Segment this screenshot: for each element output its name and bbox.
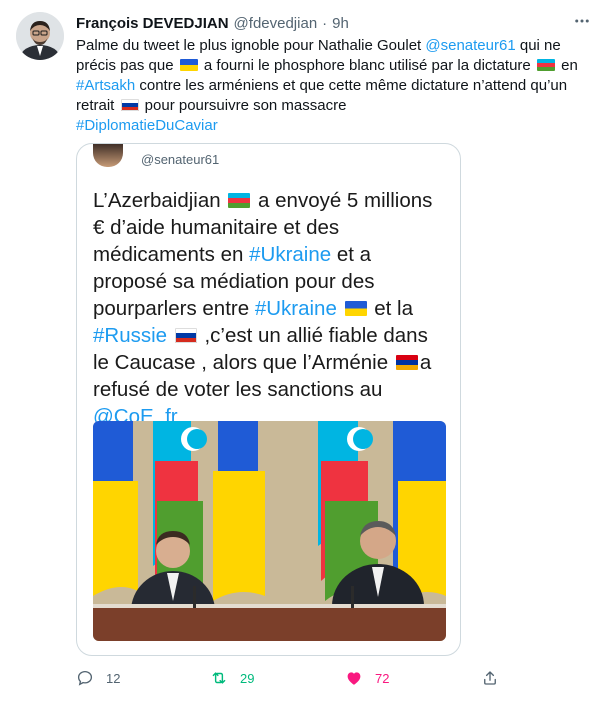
armenia-flag-icon (395, 355, 418, 370)
share-button[interactable] (481, 666, 499, 690)
quoted-hashtag: #Ukraine (254, 297, 337, 320)
quoted-text-part: L’Azerbaidjian (93, 189, 227, 212)
quoted-text-part: et la (368, 297, 414, 320)
more-icon[interactable] (571, 10, 593, 32)
tweet-text-part: en (556, 57, 578, 74)
russia-flag-icon (174, 328, 197, 343)
retweet-button[interactable]: 29 (210, 666, 254, 690)
tweet-header: François DEVEDJIAN @fdevedjian · 9h (76, 12, 593, 34)
tweet-text-part: a fourni le phosphore blanc utilisé par … (199, 57, 535, 74)
hashtag-link[interactable]: #DiplomatieDuCaviar (76, 117, 218, 134)
author-avatar[interactable] (16, 12, 64, 60)
reply-icon (77, 670, 93, 686)
azerbaijan-flag-icon (228, 193, 251, 208)
heart-icon (347, 672, 361, 685)
tweet-time[interactable]: 9h (332, 15, 349, 32)
press-conference-photo (93, 421, 446, 641)
like-button[interactable]: 72 (345, 666, 389, 690)
hashtag-link[interactable]: #Artsakh (76, 77, 135, 94)
quoted-header: @senateur61 (93, 144, 219, 174)
separator-dot: · (322, 14, 328, 32)
quoted-text: L’Azerbaidjian a envoyé 5 millions € d’a… (93, 187, 448, 430)
quoted-handle: @senateur61 (141, 151, 220, 167)
tweet-text: Palme du tweet le plus ignoble pour Nath… (76, 36, 591, 136)
azerbaijan-flag-icon (536, 59, 555, 71)
embedded-screenshot[interactable]: @senateur61 L’Azerbaidjian a envoyé 5 mi… (76, 143, 461, 656)
retweet-icon (212, 672, 226, 684)
tweet-actions: 12 29 72 (76, 666, 591, 690)
retweet-count: 29 (240, 670, 255, 686)
author-name[interactable]: François DEVEDJIAN (76, 15, 229, 32)
author-handle[interactable]: @fdevedjian (234, 15, 318, 32)
reply-button[interactable]: 12 (76, 666, 120, 690)
ukraine-flag-icon (179, 59, 198, 71)
tweet-text-part: pour poursuivre son massacre (140, 97, 347, 114)
like-count: 72 (375, 670, 390, 686)
reply-count: 12 (106, 670, 121, 686)
tweet-text-part: Palme du tweet le plus ignoble pour Nath… (76, 37, 426, 54)
quoted-avatar (93, 144, 123, 167)
mention-link[interactable]: @senateur61 (425, 37, 515, 54)
ukraine-flag-icon (344, 301, 367, 316)
quoted-hashtag: #Russie (93, 324, 168, 347)
quoted-hashtag: #Ukraine (249, 243, 332, 266)
russia-flag-icon (120, 99, 139, 111)
share-icon (484, 671, 496, 685)
